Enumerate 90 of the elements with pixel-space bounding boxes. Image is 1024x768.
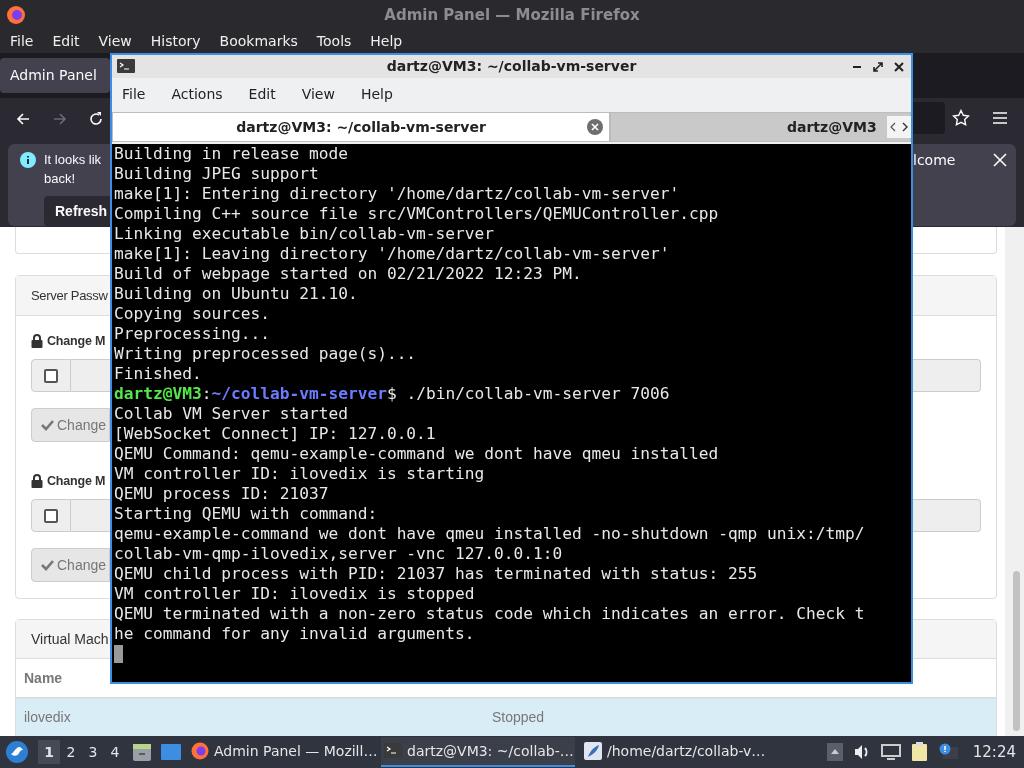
notification-message: lcome <box>913 151 956 170</box>
close-icon[interactable] <box>894 62 904 72</box>
input-field[interactable] <box>913 499 981 532</box>
menu-item[interactable]: View <box>98 31 132 52</box>
terminal-line: Building JPEG support <box>114 164 319 184</box>
terminal-icon <box>384 742 402 760</box>
terminal-line: [WebSocket Connect] IP: 127.0.0.1 <box>114 424 436 444</box>
terminal-cursor <box>114 645 123 663</box>
input-field[interactable] <box>913 359 981 392</box>
taskbar-button[interactable]: /home/dartz/collab-v… <box>581 737 775 767</box>
window-title: Admin Panel — Mozilla Firefox <box>384 4 640 26</box>
terminal-icon <box>117 59 135 73</box>
workspace-button[interactable]: 3 <box>82 740 104 764</box>
scrollbar-thumb[interactable] <box>1013 571 1020 731</box>
desktop-icon[interactable] <box>160 743 182 761</box>
taskbar-button[interactable]: Admin Panel — Mozill… <box>188 737 375 767</box>
reload-icon[interactable] <box>87 110 105 128</box>
terminal-line: Linking executable bin/collab-vm-server <box>114 224 495 244</box>
terminal-line: make[1]: Entering directory '/home/dartz/collab-vm-server' <box>114 184 680 204</box>
menu-item[interactable]: Help <box>360 83 393 105</box>
checkbox[interactable] <box>44 368 58 383</box>
lock-icon <box>31 474 43 488</box>
browser-tab[interactable]: Admin Panel <box>0 58 110 93</box>
window-title: dartz@VM3: ~/collab-vm-server <box>386 57 637 76</box>
scroll-right-icon[interactable] <box>899 116 911 138</box>
table-row[interactable]: ilovedix Stopped <box>16 699 996 736</box>
checkmark-icon <box>41 419 54 431</box>
menu-item[interactable]: Tools <box>316 31 352 52</box>
menu-item[interactable]: File <box>122 83 146 105</box>
terminal-line: collab-vm-qmp-ilovedix,server -vnc 127.0.0.1:0 <box>114 544 563 564</box>
terminal-line: dartz@VM3:~/collab-vm-server$ ./bin/collab-vm-server 7006 <box>114 384 670 404</box>
change-button[interactable]: Change <box>31 548 110 582</box>
field-label: Change M <box>47 332 106 350</box>
clipboard-icon[interactable] <box>910 742 929 762</box>
terminal-line: VM controller ID: ilovedix is starting <box>114 464 485 484</box>
browser-logo-icon <box>191 742 209 760</box>
refresh-button[interactable]: Refresh <box>44 196 110 226</box>
maximize-icon[interactable] <box>873 62 883 72</box>
workspace-button[interactable]: 2 <box>60 740 82 764</box>
terminal-line: VM controller ID: ilovedix is stopped <box>114 584 475 604</box>
workspace-button[interactable]: 1 <box>38 740 60 764</box>
menu-item[interactable]: Edit <box>52 31 80 52</box>
menu-item[interactable]: Edit <box>248 83 276 105</box>
terminal-line: Finished. <box>114 364 202 384</box>
input-field[interactable] <box>71 359 110 392</box>
table-cell-text: Stopped <box>492 708 545 727</box>
workspace-button[interactable]: 4 <box>104 740 126 764</box>
terminal-line: Building in release mode <box>114 144 348 164</box>
menu-item[interactable]: History <box>150 31 201 52</box>
start-menu-icon[interactable] <box>6 741 28 763</box>
scrollbar[interactable] <box>1005 227 1024 736</box>
table-cell-text: ilovedix <box>24 708 71 727</box>
terminal-line: Preprocessing... <box>114 324 270 344</box>
menu-item[interactable]: View <box>301 83 335 105</box>
terminal-line: make[1]: Leaving directory '/home/dartz/collab-vm-server' <box>114 244 670 264</box>
terminal-tab[interactable]: dartz@VM3: ~/collab-vm-server <box>112 112 610 142</box>
terminal-line: he command for any invalid arguments. <box>114 624 475 644</box>
column-header: Name <box>24 668 63 688</box>
terminal-line: Compiling C++ source file src/VMControllers/QEMUController.cpp <box>114 204 719 224</box>
change-button[interactable]: Change <box>31 408 110 442</box>
star-icon[interactable] <box>952 109 970 127</box>
terminal-tab[interactable]: dartz@VM3 <box>610 112 911 142</box>
clock: 12:24 <box>972 741 1016 763</box>
terminal-line: Starting QEMU with command: <box>114 504 378 524</box>
terminal-line: QEMU Command: qemu-example-command we dont have qmeu installed <box>114 444 719 464</box>
terminal-line: Writing preprocessed page(s)... <box>114 344 417 364</box>
field-label: Change M <box>47 472 106 490</box>
terminal-line: QEMU child process with PID: 21037 has terminated with status: 255 <box>114 564 758 584</box>
terminal-line: QEMU process ID: 21037 <box>114 484 329 504</box>
menu-icon[interactable] <box>992 111 1008 125</box>
notification-icon[interactable] <box>938 743 959 761</box>
scroll-left-icon[interactable] <box>887 116 899 138</box>
terminal-line: qemu-example-command we dont have qmeu installed -no-shutdown -qmp unix:/tmp/ <box>114 524 865 544</box>
address-field[interactable] <box>913 102 945 134</box>
lock-icon <box>31 334 43 348</box>
feather-icon <box>584 742 602 760</box>
menu-item[interactable]: Help <box>370 31 403 52</box>
info-icon <box>20 152 36 168</box>
menu-item[interactable]: Bookmarks <box>219 31 298 52</box>
notification-message: It looks lik back! <box>44 151 102 188</box>
input-field[interactable] <box>71 499 110 532</box>
checkmark-icon <box>41 559 54 571</box>
menu-item[interactable]: File <box>10 31 34 52</box>
terminal-line: Collab VM Server started <box>114 404 348 424</box>
menu-item[interactable]: Actions <box>171 83 223 105</box>
browser-logo-icon <box>6 5 26 25</box>
checkbox[interactable] <box>44 508 58 523</box>
file-cabinet-icon[interactable] <box>132 742 152 762</box>
taskbar-button[interactable]: dartz@VM3: ~/collab-… <box>381 737 575 767</box>
terminal-line: Building on Ubuntu 21.10. <box>114 284 358 304</box>
